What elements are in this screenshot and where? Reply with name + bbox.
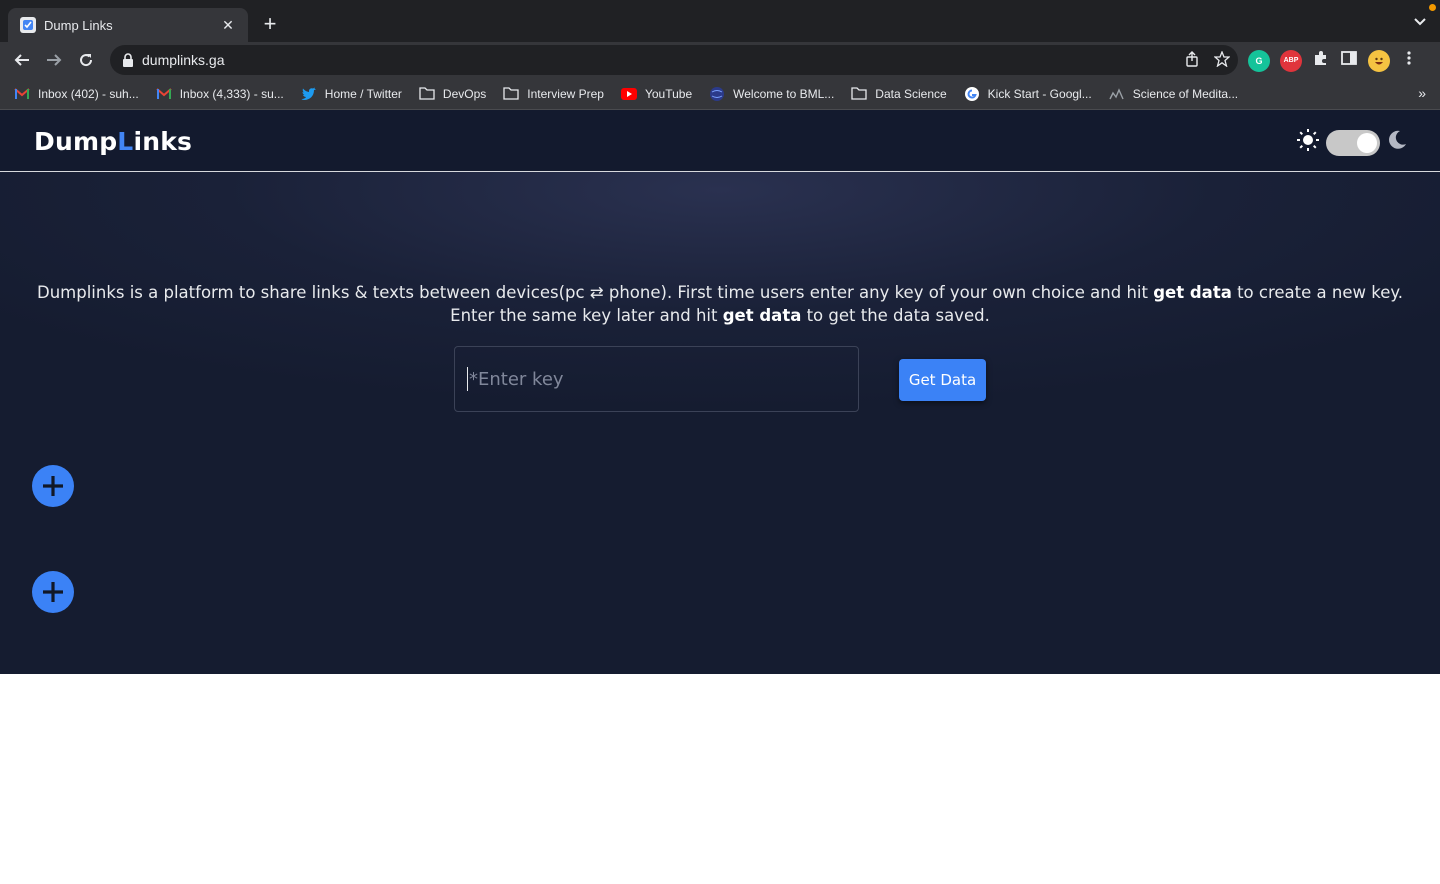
folder-icon bbox=[851, 86, 867, 102]
tab-search-icon[interactable] bbox=[1412, 14, 1428, 30]
add-item-button[interactable] bbox=[32, 465, 74, 507]
close-tab-icon[interactable]: ✕ bbox=[218, 15, 238, 35]
reload-icon[interactable] bbox=[74, 48, 98, 72]
extensions-puzzle-icon[interactable] bbox=[1312, 49, 1330, 72]
bookmark-label: Data Science bbox=[875, 86, 947, 101]
notification-dot bbox=[1429, 4, 1436, 11]
browser-tab[interactable]: Dump Links ✕ bbox=[8, 8, 248, 42]
bookmark-label: Kick Start - Googl... bbox=[987, 86, 1092, 101]
bookmark-data-science[interactable]: Data Science bbox=[851, 86, 947, 102]
bookmark-label: Interview Prep bbox=[527, 86, 604, 101]
chrome-menu-icon[interactable] bbox=[1400, 49, 1418, 72]
side-panel-icon[interactable] bbox=[1340, 49, 1358, 72]
new-tab-icon[interactable]: + bbox=[258, 11, 282, 36]
logo-accent-letter: L bbox=[117, 127, 134, 156]
sun-icon bbox=[1296, 128, 1320, 157]
tab-title: Dump Links bbox=[44, 17, 113, 33]
site-navbar: DumpLinks bbox=[0, 110, 1440, 172]
google-icon bbox=[964, 86, 980, 102]
intro-description: Dumplinks is a platform to share links &… bbox=[36, 283, 1403, 325]
dumplinks-favicon-icon bbox=[20, 17, 36, 33]
bookmark-label: Inbox (402) - suh... bbox=[38, 86, 139, 101]
bookmark-inbox-2[interactable]: Inbox (4,333) - su... bbox=[156, 86, 284, 102]
plus-icon bbox=[43, 582, 63, 602]
bookmark-label: Home / Twitter bbox=[324, 86, 402, 101]
bookmark-label: DevOps bbox=[442, 86, 487, 101]
bookmark-star-icon[interactable] bbox=[1213, 50, 1231, 72]
logo-text: inks bbox=[133, 127, 193, 156]
more-bookmarks-chevron-icon[interactable]: » bbox=[1418, 85, 1426, 101]
bookmark-label: Science of Medita... bbox=[1132, 86, 1239, 101]
add-item-button[interactable] bbox=[32, 571, 74, 613]
bookmark-youtube[interactable]: YouTube bbox=[620, 86, 693, 102]
adblock-extension-icon[interactable]: ABP bbox=[1280, 49, 1302, 72]
bookmarks-bar: Inbox (402) - suh... Inbox (4,333) - su.… bbox=[0, 78, 1440, 110]
youtube-icon bbox=[620, 86, 637, 102]
share-icon[interactable] bbox=[1184, 51, 1200, 72]
url-text: dumplinks.ga bbox=[142, 52, 225, 68]
bookmark-interview-prep[interactable]: Interview Prep bbox=[503, 86, 604, 102]
folder-icon bbox=[419, 86, 435, 102]
bookmark-kick-start[interactable]: Kick Start - Googl... bbox=[964, 86, 1092, 102]
page-content: DumpLinks Dumplinks is a platform to sha… bbox=[0, 110, 1440, 674]
gmail-icon bbox=[156, 86, 172, 102]
get-data-button[interactable]: Get Data bbox=[899, 359, 986, 401]
folder-icon bbox=[503, 86, 519, 102]
key-input[interactable] bbox=[469, 368, 849, 390]
forward-arrow-icon[interactable] bbox=[42, 48, 66, 72]
back-arrow-icon[interactable] bbox=[10, 48, 34, 72]
logo-text: Dump bbox=[34, 127, 118, 156]
gmail-icon bbox=[14, 86, 30, 102]
site-logo[interactable]: DumpLinks bbox=[34, 127, 192, 156]
bookmark-science-of-meditation[interactable]: Science of Medita... bbox=[1109, 86, 1238, 102]
twitter-icon bbox=[301, 86, 317, 102]
text-caret bbox=[467, 367, 468, 391]
lock-icon[interactable] bbox=[122, 53, 134, 67]
bookmark-inbox-1[interactable]: Inbox (402) - suh... bbox=[14, 86, 139, 102]
bookmark-bml[interactable]: Welcome to BML... bbox=[709, 86, 834, 102]
bookmark-label: YouTube bbox=[644, 86, 693, 101]
bookmark-label: Welcome to BML... bbox=[733, 86, 835, 101]
browser-tab-bar: Dump Links ✕ + bbox=[0, 0, 1440, 42]
moon-icon bbox=[1386, 129, 1408, 156]
plus-icon bbox=[43, 476, 63, 496]
globe-icon bbox=[709, 86, 725, 102]
theme-toggle[interactable] bbox=[1326, 129, 1380, 156]
bookmark-devops[interactable]: DevOps bbox=[419, 86, 486, 102]
key-input-box bbox=[454, 346, 859, 412]
theme-switcher bbox=[1296, 128, 1408, 157]
bookmark-label: Inbox (4,333) - su... bbox=[179, 86, 284, 101]
bookmark-twitter[interactable]: Home / Twitter bbox=[301, 86, 402, 102]
address-bar[interactable]: dumplinks.ga bbox=[110, 45, 1238, 75]
grammarly-extension-icon[interactable]: G bbox=[1248, 49, 1270, 72]
profile-avatar-icon[interactable] bbox=[1368, 49, 1390, 72]
browser-toolbar: dumplinks.ga G ABP bbox=[0, 42, 1440, 78]
chart-icon bbox=[1109, 86, 1125, 102]
